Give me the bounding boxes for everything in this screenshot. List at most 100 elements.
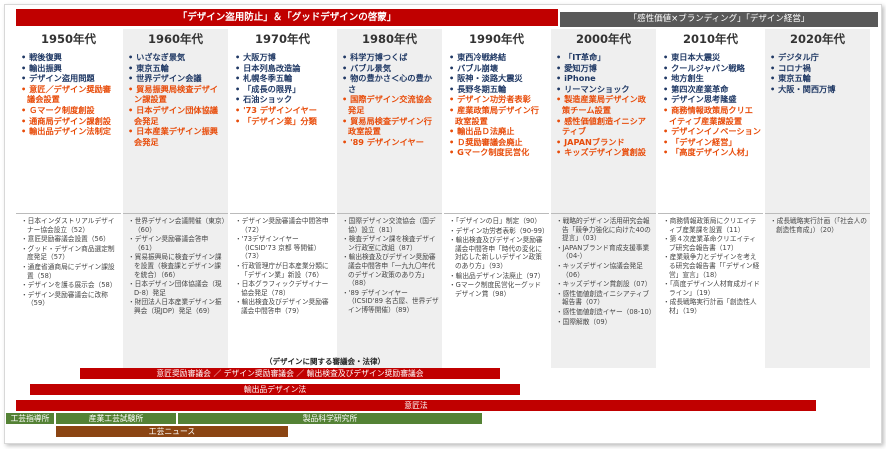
event-item: • 「デザイン経営」	[663, 136, 737, 147]
detail-item: ・輸出検査及びデザイン奨励審議会中間答申「時代の変化に対応した新しいデザイン政策…	[449, 236, 543, 270]
event-item: • 貿易局検査デザイン行政室設置	[342, 115, 432, 137]
event-item: • 貿易振興局検査デザイン課設置	[128, 83, 218, 105]
detail-item: ・「高度デザイン人材育成ガイドライン」（19）	[663, 280, 760, 297]
detail-item: ・日本デザイン団体協議会（現D-8）発足	[128, 280, 222, 297]
event-item: • 商務情報政策局クリエイティブ産業課設置	[663, 104, 753, 126]
decade-header: 1960年代	[123, 29, 228, 49]
decade-header: 2010年代	[658, 29, 763, 49]
detail-item: ・第４次産業革命クリエイティブ研究会報告書（17）	[663, 235, 757, 252]
decade-details: ・国際デザイン交流協会（国デ協）設立（81） ・検査デザイン課を検査デザイン行政室…	[337, 213, 442, 368]
event-item: • 科学万博つくば	[342, 52, 408, 62]
decade-events: • 科学万博つくば • バブル景気 • 物の豊かさ＜心の豊かさ • 国際デザイン交流協…	[337, 49, 442, 214]
detail-item: ・輸出検査及びデザイン奨励審議会中間答申「一九九〇年代のデザイン政策のあり方」（…	[342, 253, 436, 288]
decade-details: ・商務情報政策局にクリエイティブ産業課を設置（11） ・第４次産業革命クリエイティ…	[658, 213, 763, 368]
decade-events: • 「IT革命」 • 愛知万博 • iPhone • リーマンショック • 製造産業局デ…	[551, 49, 656, 214]
industrial-craft-lab-bar: 産業工芸試験所	[56, 413, 176, 424]
event-item: • 製造産業局デザイン政策チーム設置	[556, 94, 646, 115]
event-item: • 日本列島改造論	[235, 62, 301, 73]
event-item: • いざなぎ景気	[128, 52, 186, 62]
event-item: • 「デザイン業」分類	[235, 115, 317, 126]
detail-item: ・商務情報政策局にクリエイティブ産業課を設置（11）	[663, 217, 757, 234]
detail-item: ・産業競争力とデザインを考える研究会報告書「「デザイン経営」宣言」（18）	[663, 253, 760, 279]
event-item: • 東日本大震災	[663, 52, 721, 62]
detail-item: ・キッズデザイン賞創設（07）	[556, 280, 652, 289]
detail-item: ・「デザインの日」制定（90）	[449, 217, 542, 225]
event-item: • '89 デザインイヤー	[342, 136, 424, 147]
decade-events: • いざなぎ景気 • 東京五輪 • 世界デザイン会議 • 貿易振興局検査デザイン課設置…	[123, 49, 228, 214]
event-item: • 輸出品デザイン法制定	[21, 126, 111, 137]
event-item: • バブル景気	[342, 62, 392, 73]
event-item: • 物の豊かさ＜心の豊かさ	[342, 73, 432, 94]
decade-header: 2000年代	[551, 29, 656, 49]
event-item: • 日本産業デザイン振興会発足	[128, 126, 218, 147]
detail-item: ・通産省通商局にデザイン課設置（58）	[21, 262, 115, 280]
event-item: • クールジャパン戦略	[663, 62, 745, 73]
detail-item: ・世界デザイン会議開催（東京）（60）	[128, 217, 225, 234]
event-item: • 「高度デザイン人材」	[663, 147, 753, 158]
detail-item: ・JAPANブランド育成支援事業（04-）	[556, 243, 650, 261]
detail-item: ・国際解散（09）	[556, 317, 612, 326]
detail-item: ・財団法人日本産業デザイン振興会（現JDP）発足（69）	[128, 298, 222, 315]
detail-item: ・輸出検査及びデザイン奨励審議会中間答申（79）	[235, 298, 329, 315]
council-bar: 意匠奨励審議会 ／ デザイン奨励審議会 ／ 輸出検査及びデザイン奨励審議会	[80, 368, 500, 379]
event-item: • 阪神・淡路大震災	[449, 73, 523, 84]
decade-details: ・世界デザイン会議開催（東京）（60） ・デザイン奨励審議会答申（61） ・貿易振興…	[123, 213, 228, 368]
detail-item: ・デザイン奨励審議会中間答申（72）	[235, 217, 329, 234]
event-item: • 国際デザイン交流協会発足	[342, 94, 432, 115]
event-item: • デザイン盗用問題	[21, 73, 95, 84]
event-item: • デザイン思考隆盛	[663, 94, 737, 105]
decade-header: 1970年代	[230, 29, 335, 49]
decade-events: • 東日本大震災 • クールジャパン戦略 • 地方創生 • 第四次産業革命 • デザイン…	[658, 49, 763, 214]
event-item: • JAPANブランド	[556, 136, 625, 147]
event-item: • Ｄ奨励審議会廃止	[449, 136, 523, 147]
decade-events: • 東西冷戦終結 • バブル崩壊 • 阪神・淡路大震災 • 長野冬期五輪 • デザイン功…	[444, 49, 549, 214]
detail-item: ・キッズデザイン協議会発足（06）	[556, 261, 643, 279]
decade-header: 1990年代	[444, 29, 549, 49]
event-item: • デザインイノベーション	[663, 126, 761, 137]
detail-item: ・貿易振興局に検査デザイン課を設置（検査課とデザイン課を統合）（66）	[128, 253, 222, 279]
decade-events: • 大阪万博 • 日本列島改造論 • 札幌冬季五輪 • 「成長の限界」 • 石油ショック…	[230, 49, 335, 214]
detail-item: ・デザイン功労者表彰（90-99）	[449, 226, 549, 235]
event-item: • コロナ禍	[770, 62, 811, 73]
event-item: • 輸出品Ｄ法廃止	[449, 126, 515, 137]
detail-item: ・戦略的デザイン活用研究会報告「競争力強化に向けた40の提言」（03）	[556, 217, 651, 243]
event-item: • バブル崩壊	[449, 62, 499, 73]
event-item: • '73 デザインイヤー	[235, 104, 317, 115]
event-item: • 札幌冬季五輪	[235, 73, 293, 84]
detail-item: ・感性価値創造イニシアティブ 報告書（07）	[556, 289, 650, 307]
detail-item: ・行政管理庁が日本産業分類に「デザイン業」新設（76）	[235, 261, 329, 279]
event-item: • リーマンショック	[556, 83, 630, 94]
main-theme-banner: 「デザイン盗用防止」＆「グッドデザインの啓蒙」	[16, 9, 558, 26]
timeline-note: （デザインに関する審議会・法律）	[265, 357, 385, 366]
detail-item: ・Gマーク制度民営化ーグッドデザイン賞（98）	[449, 281, 542, 298]
event-item: • デジタル庁	[770, 52, 819, 62]
decade-header: 1980年代	[337, 29, 442, 49]
craft-guidance-institute-bar: 工芸指導所	[6, 413, 54, 424]
design-law-bar: 意匠法	[16, 400, 816, 411]
event-item: • 長野冬期五輪	[449, 83, 507, 94]
event-item: • Gマーク制度民営化	[449, 147, 530, 158]
event-item: • 日本デザイン団体協議会発足	[128, 104, 218, 126]
decade-details: ・デザイン奨励審議会中間答申（72） ・'73デザインイヤー（ICSID'73 京…	[230, 213, 335, 368]
event-item: • 東京五輪	[770, 73, 811, 84]
event-item: • 通商局デザイン課創設	[21, 115, 111, 126]
detail-item: ・検査デザイン課を検査デザイン行政室に改組（87）	[342, 235, 436, 252]
event-item: • 「成長の限界」	[235, 83, 301, 94]
event-item: • 愛知万博	[556, 62, 597, 73]
detail-item: ・意匠奨励審議会設置（56）	[21, 235, 110, 244]
decade-header: 2020年代	[765, 29, 870, 49]
detail-item: ・デザイン奨励審議会答申（61）	[128, 235, 209, 252]
event-item: • 「IT革命」	[556, 52, 606, 62]
event-item: • iPhone	[556, 73, 596, 84]
decade-details: ・「デザインの日」制定（90） ・デザイン功労者表彰（90-99） ・輸出検査及びデ…	[444, 213, 549, 368]
detail-item: ・輸出品デザイン法廃止（97）	[449, 271, 545, 280]
event-item: • 第四次産業革命	[663, 83, 729, 94]
decade-details: ・成長戦略実行計画（「社会人の創造性育成」）（20）	[765, 213, 870, 368]
secondary-theme-banner: 「感性価値×ブランディング」「デザイン経営」	[560, 12, 878, 27]
event-item: • キッズデザイン賞創設	[556, 147, 646, 158]
event-item: • 輸出振興	[21, 62, 62, 73]
event-item: • 大阪万博	[235, 52, 276, 62]
export-design-law-bar: 輸出品デザイン法	[30, 384, 520, 395]
detail-item: ・日本グラフィックデザイナー協会発足（78）	[235, 280, 329, 297]
product-science-institute-bar: 製品科学研究所	[178, 413, 482, 424]
